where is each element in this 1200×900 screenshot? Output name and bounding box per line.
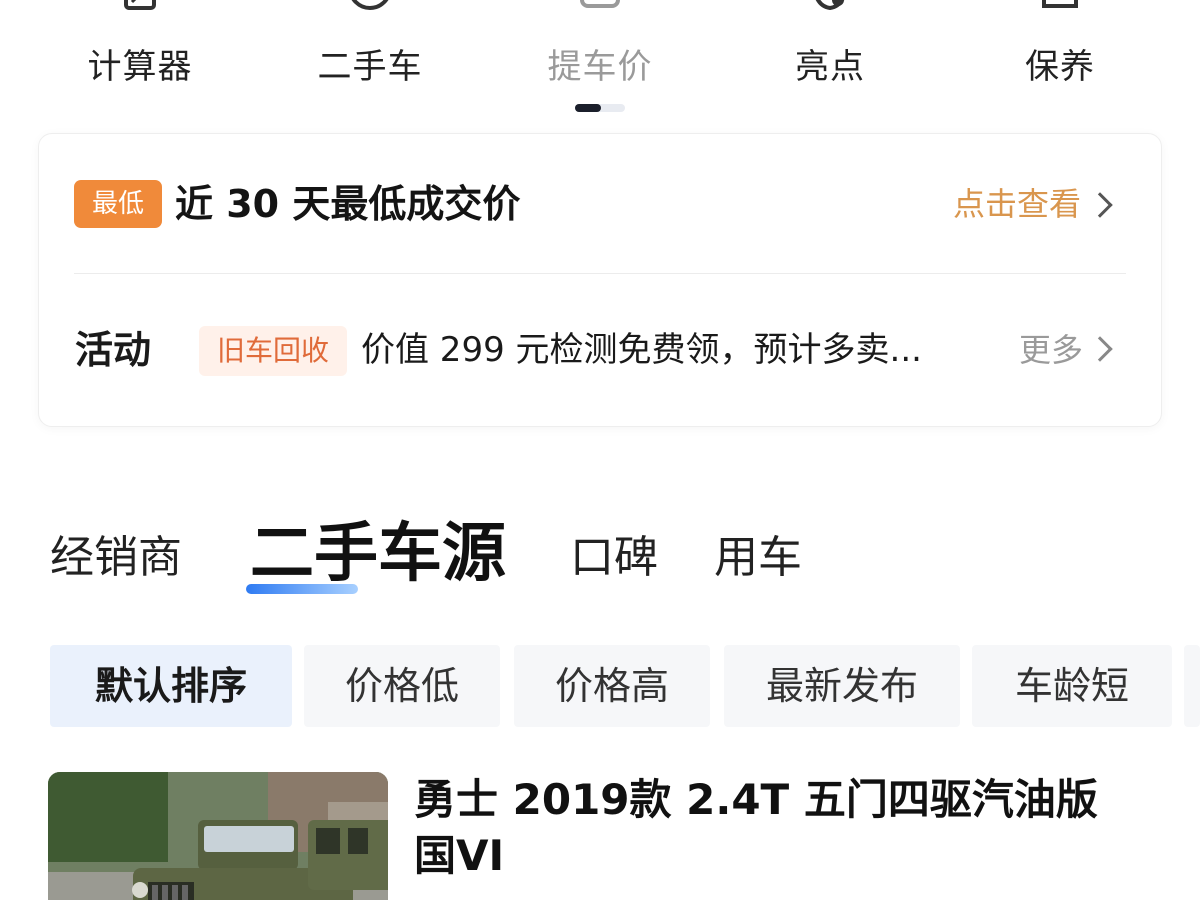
nav-active-indicator-fill xyxy=(575,104,601,112)
sort-price-high[interactable]: 价格高 xyxy=(514,645,710,727)
sort-bar: 默认排序 价格低 价格高 最新发布 车龄短 xyxy=(0,645,1200,727)
sort-car-age[interactable]: 车龄短 xyxy=(972,645,1172,727)
view-lowest-price-link[interactable]: 点击查看 xyxy=(953,182,1081,226)
icon-nav: 计算器 二手车 提车价 亮点 保养 xyxy=(0,0,1200,120)
tab-reviews[interactable]: 口碑 xyxy=(570,518,658,598)
section-tabs: 经销商 二手车源 口碑 用车 xyxy=(0,510,1200,610)
car-photo xyxy=(48,772,388,900)
sort-overflow-edge xyxy=(1184,645,1200,727)
tab-car-usage[interactable]: 用车 xyxy=(714,518,802,598)
tab-dealers[interactable]: 经销商 xyxy=(50,518,182,598)
nav-label: 计算器 xyxy=(87,47,193,87)
sort-price-low[interactable]: 价格低 xyxy=(304,645,500,727)
activity-description: 价值 299 元检测免费领，预计多卖... xyxy=(361,330,922,370)
active-tab-underline xyxy=(246,584,358,594)
price-activity-card: 最低 近 30 天最低成交价 点击查看 活动 旧车回收 价值 299 元检测免费… xyxy=(38,133,1162,427)
nav-label: 保养 xyxy=(1025,47,1095,87)
tab-used-car-listings[interactable]: 二手车源 xyxy=(250,514,506,594)
chevron-right-icon xyxy=(1087,192,1113,218)
nav-label: 二手车 xyxy=(317,47,423,87)
lowest-badge: 最低 xyxy=(74,180,162,228)
nav-label: 亮点 xyxy=(795,47,865,87)
highlight-icon xyxy=(815,0,845,11)
nav-active-indicator xyxy=(575,104,625,112)
listing-title[interactable]: 勇士 2019款 2.4T 五门四驱汽油版 国VI xyxy=(414,772,1134,884)
maintenance-icon xyxy=(1042,0,1078,8)
activity-label: 活动 xyxy=(75,328,152,372)
lowest-price-title: 近 30 天最低成交价 xyxy=(175,182,521,226)
sort-newest[interactable]: 最新发布 xyxy=(724,645,960,727)
used-car-icon xyxy=(351,0,389,10)
trade-in-tag: 旧车回收 xyxy=(199,326,347,376)
chevron-right-icon xyxy=(1087,336,1113,362)
calculator-icon xyxy=(124,0,156,10)
listing-item[interactable]: 勇士 2019款 2.4T 五门四驱汽油版 国VI xyxy=(0,770,1200,900)
price-icon xyxy=(580,0,620,8)
activity-more-link[interactable]: 更多 xyxy=(1019,326,1083,374)
activity-row[interactable]: 活动 旧车回收 价值 299 元检测免费领，预计多卖... 更多 xyxy=(39,274,1161,428)
sort-default[interactable]: 默认排序 xyxy=(50,645,292,727)
nav-label: 提车价 xyxy=(547,47,653,87)
lowest-price-row[interactable]: 最低 近 30 天最低成交价 点击查看 xyxy=(39,134,1161,274)
car-photo-illustration xyxy=(48,772,388,900)
